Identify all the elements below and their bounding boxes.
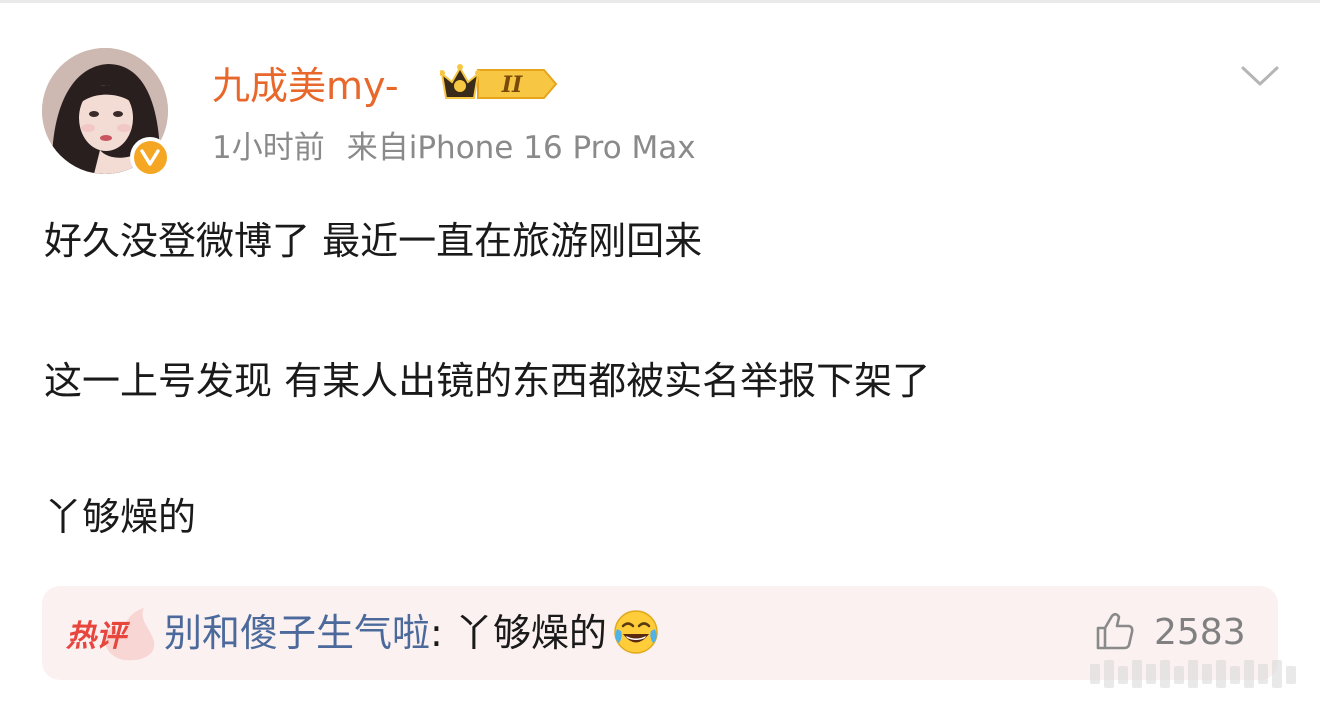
- like-count: 2583: [1154, 612, 1246, 653]
- post-text-line: 好久没登微博了 最近一直在旅游刚回来: [44, 219, 703, 263]
- hot-comment-label: 热评: [65, 608, 155, 661]
- post-text-line: 这一上号发现 有某人出镜的东西都被实名举报下架了: [44, 359, 931, 403]
- level-badge-text: II: [501, 72, 523, 98]
- post-text-line: 丫够燥的: [44, 495, 197, 539]
- chevron-down-icon[interactable]: [1240, 62, 1280, 90]
- comment-separator: :: [430, 611, 455, 655]
- comment-body: 别和傻子生气啦: 丫够燥的: [164, 608, 659, 659]
- comment-author[interactable]: 别和傻子生气啦: [164, 611, 430, 655]
- author-name[interactable]: 九成美my-: [212, 60, 399, 112]
- comment-text: 丫够燥的: [454, 611, 607, 655]
- verified-badge: [130, 137, 170, 177]
- crown-badge-icon[interactable]: II: [440, 62, 558, 106]
- thumbs-up-icon[interactable]: [1094, 610, 1136, 652]
- watermark-pattern: [1090, 660, 1296, 688]
- hot-label-text: 热评: [65, 619, 131, 654]
- top-divider: [0, 0, 1320, 3]
- post-meta: 1小时前 来自iPhone 16 Pro Max: [212, 126, 696, 170]
- verified-v-icon: [133, 140, 167, 174]
- laughing-tears-emoji-icon: [614, 609, 658, 654]
- post-source: 来自iPhone 16 Pro Max: [346, 130, 696, 166]
- post-time: 1小时前: [212, 130, 325, 166]
